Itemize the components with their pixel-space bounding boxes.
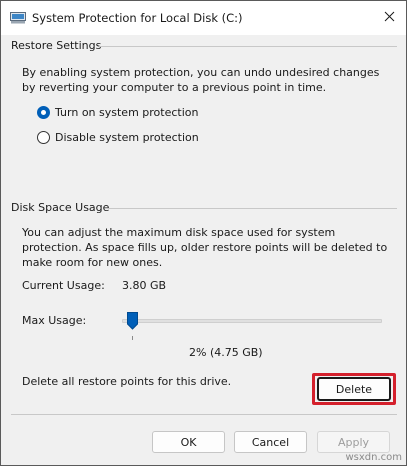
system-properties-icon (10, 12, 26, 24)
delete-button[interactable]: Delete (317, 377, 391, 401)
disable-protection-label: Disable system protection (55, 131, 199, 144)
current-usage-value: 3.80 GB (122, 279, 167, 292)
max-usage-slider[interactable] (122, 312, 384, 346)
disk-space-usage-label: Disk Space Usage (11, 201, 110, 214)
disk-space-description: You can adjust the maximum disk space us… (22, 226, 388, 269)
footer-divider (11, 414, 397, 415)
delete-description: Delete all restore points for this drive… (22, 375, 232, 388)
slider-track[interactable] (122, 319, 382, 323)
apply-button[interactable]: Apply (317, 431, 390, 453)
turn-on-protection-radio[interactable]: Turn on system protection (37, 106, 198, 119)
disable-protection-radio[interactable]: Disable system protection (37, 131, 199, 144)
disk-space-divider (105, 208, 397, 209)
watermark: wsxdn.com (345, 452, 402, 463)
cancel-button[interactable]: Cancel (234, 431, 307, 453)
current-usage-label: Current Usage: (22, 279, 105, 292)
slider-tick (132, 336, 133, 340)
max-usage-value: 2% (4.75 GB) (189, 346, 263, 359)
window-title: System Protection for Local Disk (C:) (32, 11, 243, 25)
radio-unchecked-icon (37, 131, 50, 144)
title-bar[interactable]: System Protection for Local Disk (C:) (1, 1, 406, 35)
ok-button[interactable]: OK (152, 431, 225, 453)
system-protection-dialog: System Protection for Local Disk (C:) Re… (0, 0, 407, 466)
dialog-content: Restore Settings By enabling system prot… (1, 35, 406, 465)
close-button[interactable] (372, 1, 406, 35)
max-usage-label: Max Usage: (22, 314, 87, 327)
turn-on-protection-label: Turn on system protection (55, 106, 199, 119)
close-icon (384, 11, 395, 25)
restore-settings-label: Restore Settings (11, 39, 102, 52)
slider-thumb[interactable] (127, 312, 138, 330)
restore-settings-divider (99, 46, 397, 47)
restore-settings-description: By enabling system protection, you can u… (22, 66, 380, 94)
radio-checked-icon (37, 106, 50, 119)
